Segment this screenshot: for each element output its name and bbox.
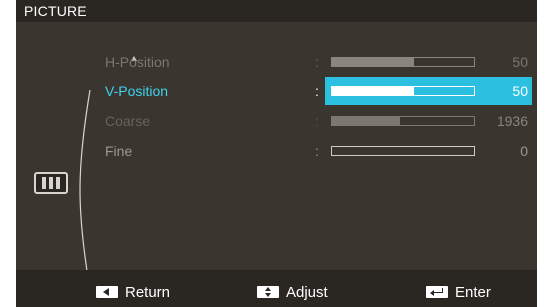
footer-bar: Return Adjust Enter (16, 270, 537, 307)
coarse-slider-fill (332, 117, 401, 125)
h-position-slider[interactable] (331, 57, 475, 67)
coarse-colon: : (315, 113, 319, 129)
menu-area: H-Position : 50 V-Position : 50 Coarse :… (16, 22, 537, 290)
menu-item-h-position[interactable]: H-Position : 50 (105, 50, 532, 74)
v-position-value: 50 (512, 83, 528, 99)
v-position-label: V-Position (105, 83, 169, 99)
osd-panel: PICTURE H-Position : 50 V-Position : 50 (16, 0, 537, 307)
v-position-colon: : (315, 83, 319, 99)
v-position-slider[interactable] (331, 86, 475, 96)
menu-title: PICTURE (16, 0, 537, 22)
fine-colon: : (315, 143, 319, 159)
coarse-label: Coarse (105, 113, 151, 129)
left-arrow-key-icon (96, 286, 118, 298)
v-position-slider-fill (332, 87, 415, 95)
up-down-key-icon (257, 286, 279, 298)
return-label: Return (125, 283, 171, 301)
return-button[interactable]: Return (96, 282, 170, 302)
h-position-slider-fill (332, 58, 415, 66)
coarse-slider[interactable] (331, 116, 475, 126)
picture-category-icon (34, 172, 68, 194)
fine-label: Fine (105, 143, 133, 159)
adjust-label: Adjust (286, 283, 328, 301)
h-position-value: 50 (512, 54, 528, 70)
enter-label: Enter (455, 283, 491, 301)
menu-item-v-position[interactable]: V-Position : 50 (105, 77, 532, 105)
fine-value: 0 (520, 143, 528, 159)
menu-item-fine[interactable]: Fine : 0 (105, 139, 532, 163)
enter-key-icon (426, 286, 448, 298)
h-position-label: H-Position (105, 54, 170, 70)
menu-item-coarse[interactable]: Coarse : 1936 (105, 109, 532, 133)
h-position-colon: : (315, 54, 319, 70)
fine-slider[interactable] (331, 146, 475, 156)
coarse-value: 1936 (496, 113, 528, 129)
bracket-decoration (79, 90, 91, 290)
enter-button[interactable]: Enter (426, 282, 491, 302)
adjust-button[interactable]: Adjust (257, 282, 328, 302)
